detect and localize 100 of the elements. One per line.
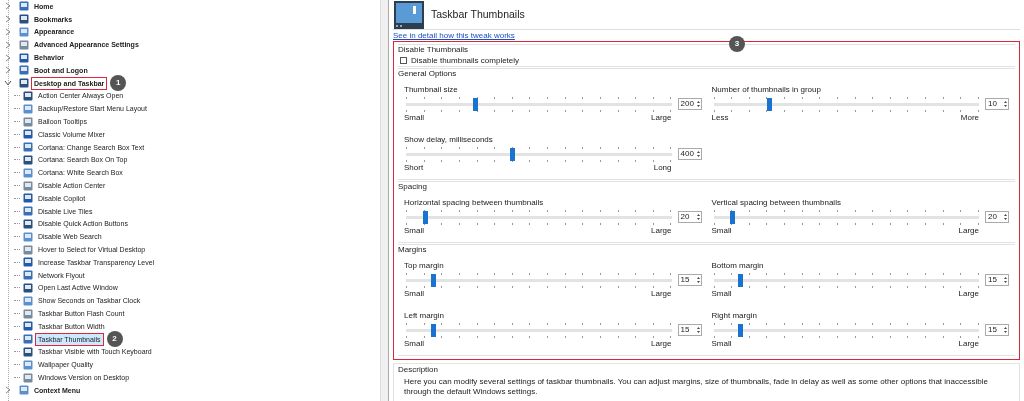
slider-label: Top margin [404,261,444,271]
setting-icon [19,39,29,50]
group-title: Margins [398,245,427,255]
setting-icon [23,346,33,357]
group-title: Disable Thumbnails [398,45,469,55]
range-label: Short [404,163,424,173]
range-label: Large [651,289,672,299]
range-label: Large [651,113,672,123]
setting-icon [23,308,33,319]
range-label: Large [651,226,672,236]
setting-icon [23,372,33,383]
expand-icon[interactable] [4,66,12,75]
range-label: Large [958,226,979,236]
range-label: Large [958,289,979,299]
callout-badge: 1 [110,75,127,92]
setting-icon [23,142,33,153]
range-label: Long [653,163,672,173]
range-label: Small [404,339,424,349]
spin-arrows-icon [695,213,701,221]
scrollbar[interactable] [380,0,388,401]
callout-badge: 3 [729,36,745,52]
setting-icon [23,218,33,229]
setting-icon [23,334,33,345]
description-text: Here you can modify several settings of taskbar thumbnails. You can adjust margins, size of thumbnails, fade in delay as well as some other options that inaccessible through the default Windows settings. [403,377,989,397]
setting-icon [23,103,33,114]
spin-arrows-icon [1003,100,1008,108]
range-label: Large [651,339,672,349]
range-label: Small [404,113,424,123]
slider-label: Number of thumbnails in group [711,85,821,95]
range-label: Less [711,113,729,123]
spin-arrows-icon [1003,326,1008,334]
expand-icon[interactable] [4,28,12,36]
setting-icon [23,282,33,293]
slider-label: Horizontal spacing between thumbnails [404,198,544,208]
range-label: Small [711,289,732,299]
spin-box[interactable]: 15 [985,274,1009,286]
setting-icon [23,167,33,178]
setting-icon [23,359,33,370]
setting-icon [23,244,33,255]
taskbar-icon [393,0,425,30]
slider-thumb[interactable] [430,273,436,287]
slider-thumb[interactable] [738,323,744,337]
spin-box[interactable]: 400 [677,148,702,160]
range-label: Small [404,289,424,299]
spin-arrows-icon [695,100,701,108]
slider-label: Vertical spacing between thumbnails [711,198,841,208]
range-label: Small [711,226,732,236]
spin-box[interactable]: 20 [677,211,702,223]
spin-arrows-icon [1003,276,1008,284]
slider-thumb[interactable] [730,210,736,224]
slider-label: Bottom margin [711,261,764,271]
setting-icon [23,231,33,242]
setting-icon [23,193,33,204]
slider-label: Show delay, milliseconds [404,135,493,145]
expand-icon[interactable] [4,2,12,11]
expand-icon[interactable] [4,15,12,24]
page-title: Taskbar Thumbnails [431,6,525,22]
slider-thumb[interactable] [738,273,744,287]
help-link[interactable]: See in detail how this tweak works [393,30,515,41]
spin-box[interactable]: 15 [677,324,702,336]
setting-icon [23,270,33,281]
setting-icon [23,154,33,165]
setting-icon [23,116,33,127]
setting-icon [19,78,29,89]
range-label: Small [711,339,732,349]
spin-box[interactable]: 20 [985,211,1009,223]
spin-box[interactable]: 15 [677,274,702,286]
collapse-icon[interactable] [4,79,12,88]
slider-thumb[interactable] [767,97,773,111]
group-title: Spacing [398,182,427,192]
group-title: Description [398,365,438,375]
group-title: General Options [398,69,457,79]
expand-icon[interactable] [4,40,12,49]
checkbox[interactable] [400,57,407,64]
spin-box[interactable]: 10 [985,98,1009,110]
setting-icon [19,52,29,63]
setting-icon [19,385,29,396]
spin-arrows-icon [695,150,701,158]
slider-thumb[interactable] [510,147,516,161]
setting-icon [19,65,29,76]
slider-label: Right margin [711,311,757,321]
slider-thumb[interactable] [430,323,436,337]
setting-icon [19,1,29,12]
slider-thumb[interactable] [422,210,428,224]
checkbox-label: Disable thumbnails completely [411,54,520,67]
spin-arrows-icon [1003,213,1008,221]
setting-icon [23,295,33,306]
expand-icon[interactable] [4,53,12,62]
spin-arrows-icon [695,326,701,334]
setting-icon [23,180,33,191]
spin-box[interactable]: 15 [985,324,1009,336]
slider-label: Left margin [404,311,445,321]
expand-icon[interactable] [4,386,12,395]
spin-box[interactable]: 200 [677,98,702,110]
setting-icon [23,321,33,332]
spin-arrows-icon [695,276,701,284]
setting-icon [19,14,29,25]
slider-thumb[interactable] [473,97,478,111]
setting-icon [23,206,33,217]
setting-icon [23,257,33,268]
